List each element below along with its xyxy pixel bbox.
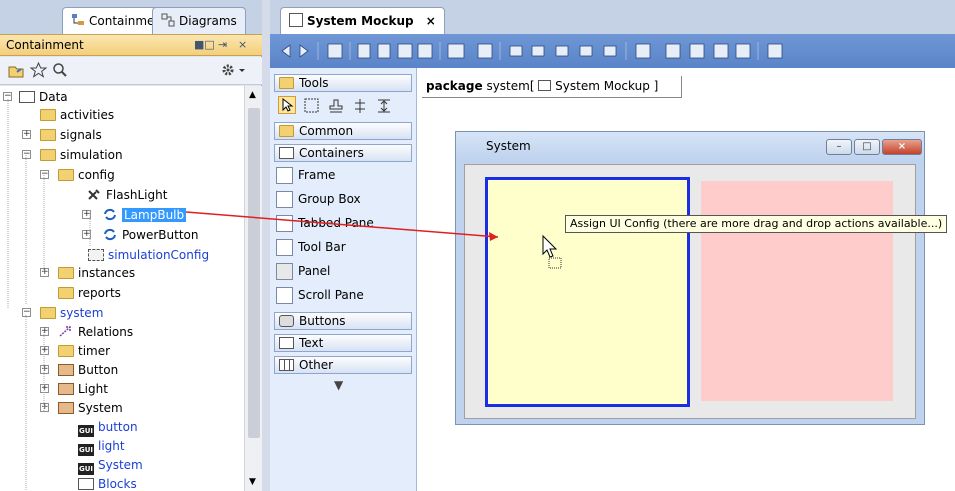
- drag-tooltip: Assign UI Config (there are more drag an…: [565, 215, 948, 233]
- drag-drop-arrow: [185, 211, 562, 269]
- mouse-cursor-icon: [542, 234, 562, 269]
- arrow-head: [489, 232, 498, 241]
